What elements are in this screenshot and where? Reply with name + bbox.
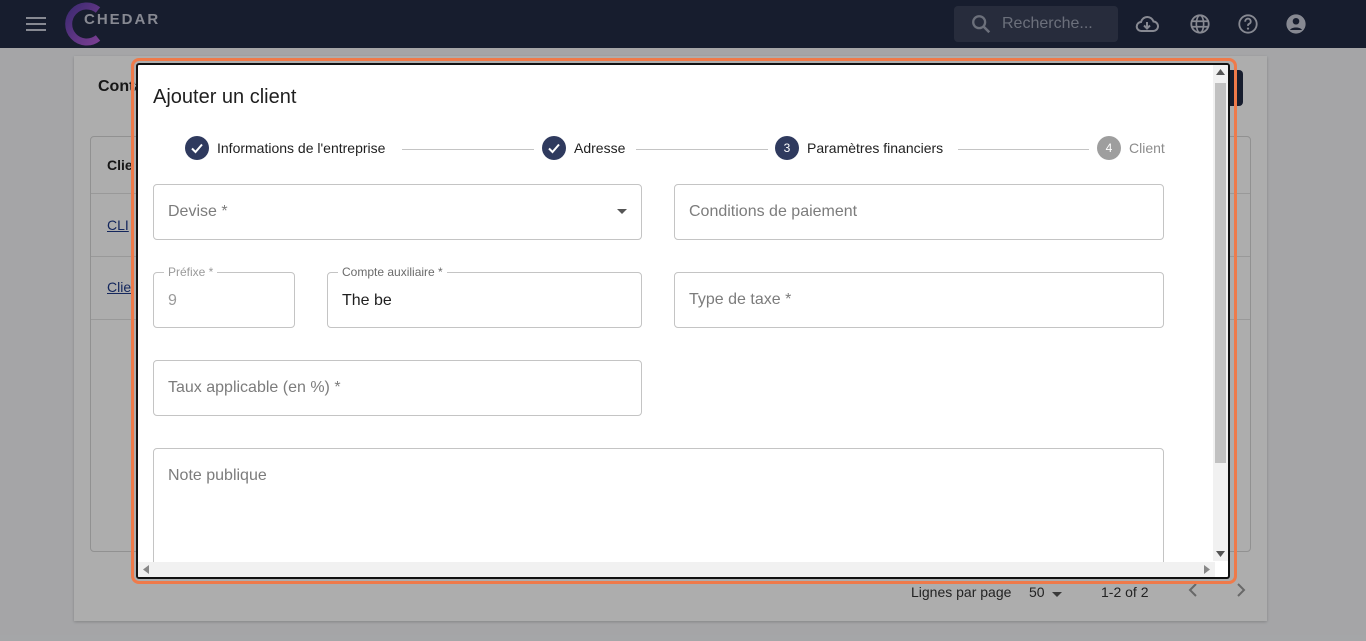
auxiliary-account-value[interactable]: The be — [342, 292, 392, 310]
step-connector — [958, 149, 1089, 150]
check-icon — [542, 136, 566, 160]
step-connector — [402, 149, 534, 150]
step-label: Client — [1129, 140, 1165, 156]
dialog-title: Ajouter un client — [153, 86, 297, 108]
scroll-down-icon[interactable] — [1216, 551, 1225, 557]
scroll-up-icon[interactable] — [1216, 69, 1225, 75]
chevron-down-icon — [617, 209, 627, 214]
prefix-label: Préfixe * — [164, 265, 218, 279]
scrollbar-thumb[interactable] — [1215, 83, 1226, 463]
step-connector — [636, 149, 768, 150]
step-company-info[interactable]: Informations de l'entreprise — [185, 135, 385, 161]
prefix-field: Préfixe * 9 — [153, 265, 295, 328]
payment-conditions-placeholder: Conditions de paiement — [689, 203, 858, 220]
dialog-vertical-scrollbar[interactable] — [1213, 65, 1228, 561]
auxiliary-account-field[interactable]: Compte auxiliaire * The be — [327, 265, 642, 328]
tax-type-placeholder: Type de taxe * — [689, 291, 792, 308]
public-note-placeholder: Note publique — [168, 467, 267, 484]
step-label: Informations de l'entreprise — [217, 140, 386, 156]
scroll-right-icon[interactable] — [1204, 565, 1210, 574]
scroll-left-icon[interactable] — [143, 565, 149, 574]
step-number: 4 — [1097, 136, 1121, 160]
step-address[interactable]: Adresse — [542, 135, 625, 161]
applicable-rate-field[interactable]: Taux applicable (en %) * — [153, 360, 642, 416]
prefix-value: 9 — [168, 292, 177, 309]
add-client-dialog: Ajouter un client Informations de l'entr… — [136, 63, 1230, 579]
applicable-rate-placeholder: Taux applicable (en %) * — [168, 379, 341, 396]
payment-conditions-field[interactable]: Conditions de paiement — [674, 184, 1164, 240]
devise-placeholder: Devise * — [168, 203, 228, 220]
step-label: Paramètres financiers — [807, 140, 944, 156]
devise-select[interactable]: Devise * — [153, 184, 642, 240]
step-financial-params[interactable]: 3 Paramètres financiers — [775, 135, 943, 161]
tax-type-field[interactable]: Type de taxe * — [674, 272, 1164, 328]
step-number: 3 — [775, 136, 799, 160]
step-label: Adresse — [574, 140, 626, 156]
check-icon — [185, 136, 209, 160]
public-note-field[interactable]: Note publique — [153, 448, 1164, 577]
dialog-horizontal-scrollbar[interactable] — [138, 562, 1215, 577]
auxiliary-account-label: Compte auxiliaire * — [338, 265, 447, 279]
step-client[interactable]: 4 Client — [1097, 135, 1165, 161]
